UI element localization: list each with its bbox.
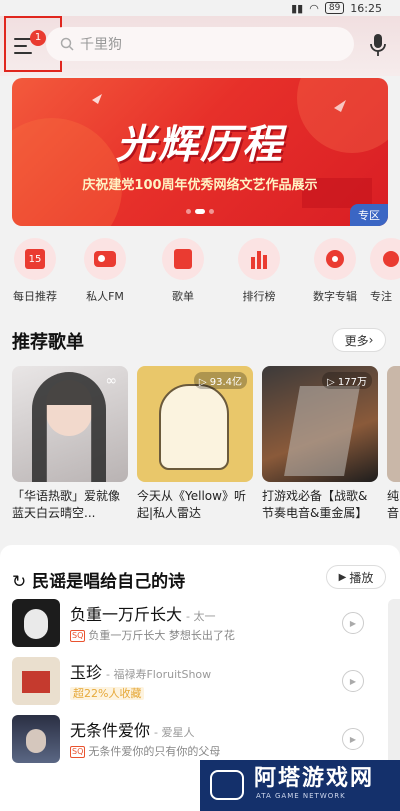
quick-nav-playlist[interactable]: 歌单 bbox=[148, 238, 218, 304]
status-bar: ▮▮ ◠ 89 16:25 bbox=[0, 0, 400, 16]
playlist-icon bbox=[174, 249, 192, 269]
notification-badge: 1 bbox=[30, 30, 46, 46]
song-play-button[interactable]: ▶ bbox=[342, 612, 364, 634]
song-item[interactable]: 负重一万斤长大 - 太一 SQ 负重一万斤长大 梦想长出了花 ▶ bbox=[0, 599, 390, 655]
menu-icon bbox=[14, 38, 32, 59]
battery-icon: 89 bbox=[324, 2, 345, 14]
quick-nav-daily[interactable]: 15 每日推荐 bbox=[0, 238, 70, 304]
song-name: 负重一万斤长大 - 太一 bbox=[70, 605, 216, 624]
promo-banner[interactable]: 光辉历程 庆祝建党100周年优秀网络文艺作品展示 专区 bbox=[12, 78, 388, 226]
sq-badge: SQ bbox=[70, 746, 86, 758]
playlist-card[interactable]: ▷ 93.4亿 今天从《Yellow》听起|私人雷达 bbox=[137, 366, 253, 522]
playlist-cover: ▷ 177万 bbox=[262, 366, 378, 482]
quick-nav-focus[interactable]: 专注 bbox=[370, 238, 400, 304]
play-icon: ▶ bbox=[349, 618, 357, 628]
playlist-cover bbox=[387, 366, 400, 482]
playlist-play-count: ▷ 93.4亿 bbox=[193, 372, 247, 389]
status-time: 16:25 bbox=[350, 1, 382, 15]
banner-title: 光辉历程 bbox=[116, 121, 284, 168]
song-subtitle: SQ 负重一万斤长大 梦想长出了花 bbox=[70, 629, 235, 642]
song-cover bbox=[12, 715, 60, 763]
quick-nav: 15 每日推荐 私人FM 歌单 排行榜 数字专辑 专注 bbox=[0, 238, 400, 304]
playlist-title: 打游戏必备【战歌&节奏电音&重金属】 bbox=[262, 489, 368, 520]
song-play-button[interactable]: ▶ bbox=[342, 728, 364, 750]
playlist-cover: ▷ 93.4亿 bbox=[137, 366, 253, 482]
playlist-row: ∞ 「华语热歌」爱就像蓝天白云晴空... ▷ 93.4亿 今天从《Yellow》… bbox=[0, 366, 400, 526]
playlist-title: 「华语热歌」爱就像蓝天白云晴空... bbox=[12, 489, 121, 520]
playlist-cover: ∞ bbox=[12, 366, 128, 482]
focus-icon bbox=[383, 251, 399, 267]
song-section-title: ↻ 民谣是唱给自己的诗 bbox=[12, 572, 186, 592]
playlist-title: 今天从《Yellow》听起|私人雷达 bbox=[137, 489, 246, 520]
microphone-icon[interactable] bbox=[368, 32, 388, 58]
play-icon: ▶ bbox=[349, 734, 357, 744]
recommend-title: 推荐歌单 bbox=[12, 332, 84, 353]
more-button[interactable]: 更多 › bbox=[332, 328, 386, 352]
calendar-icon: 15 bbox=[25, 249, 45, 269]
search-input[interactable]: 千里狗 bbox=[46, 27, 354, 61]
banner-tag: 专区 bbox=[350, 204, 388, 226]
play-icon: ▶ bbox=[338, 571, 347, 583]
play-all-button[interactable]: ▶ 播放 bbox=[326, 565, 386, 589]
playlist-title: 纯音乐 摇滚 bbox=[387, 489, 400, 520]
song-subtitle: SQ 无条件爱你的只有你的父母 bbox=[70, 745, 221, 758]
chart-icon bbox=[251, 251, 267, 269]
song-item[interactable]: 玉珍 - 福禄寿FloruitShow 超22%人收藏 ▶ bbox=[0, 657, 390, 713]
signal-icon: ▮▮ bbox=[291, 1, 304, 15]
quick-nav-chart[interactable]: 排行榜 bbox=[224, 238, 294, 304]
search-icon bbox=[60, 37, 74, 51]
watermark-logo: 阿塔游戏网 ATA GAME NETWORK bbox=[200, 760, 400, 811]
header: 1 千里狗 bbox=[0, 16, 400, 76]
banner-pagination bbox=[12, 199, 388, 218]
refresh-icon[interactable]: ↻ bbox=[12, 572, 26, 592]
play-icon: ▶ bbox=[349, 676, 357, 686]
next-card-peek bbox=[388, 599, 400, 769]
album-icon bbox=[326, 250, 344, 268]
infinity-icon: ∞ bbox=[105, 373, 117, 389]
song-name: 玉珍 - 福禄寿FloruitShow bbox=[70, 663, 212, 682]
radio-icon bbox=[94, 251, 116, 267]
quick-nav-album[interactable]: 数字专辑 bbox=[300, 238, 370, 304]
song-play-button[interactable]: ▶ bbox=[342, 670, 364, 692]
sq-badge: SQ bbox=[70, 630, 86, 642]
quick-nav-fm[interactable]: 私人FM bbox=[70, 238, 140, 304]
playlist-card[interactable]: 纯音乐 摇滚 bbox=[387, 366, 400, 522]
song-cover bbox=[12, 657, 60, 705]
chevron-right-icon: › bbox=[368, 333, 374, 347]
banner-subtitle: 庆祝建党100周年优秀网络文艺作品展示 bbox=[82, 178, 318, 193]
song-subtitle: 超22%人收藏 bbox=[70, 685, 145, 701]
playlist-play-count: ▷ 177万 bbox=[322, 372, 372, 389]
search-placeholder: 千里狗 bbox=[80, 37, 122, 53]
song-cover bbox=[12, 599, 60, 647]
wifi-icon: ◠ bbox=[309, 1, 319, 15]
playlist-card[interactable]: ▷ 177万 打游戏必备【战歌&节奏电音&重金属】 bbox=[262, 366, 378, 522]
song-name: 无条件爱你 - 爱星人 bbox=[70, 721, 195, 740]
playlist-card[interactable]: ∞ 「华语热歌」爱就像蓝天白云晴空... bbox=[12, 366, 128, 522]
